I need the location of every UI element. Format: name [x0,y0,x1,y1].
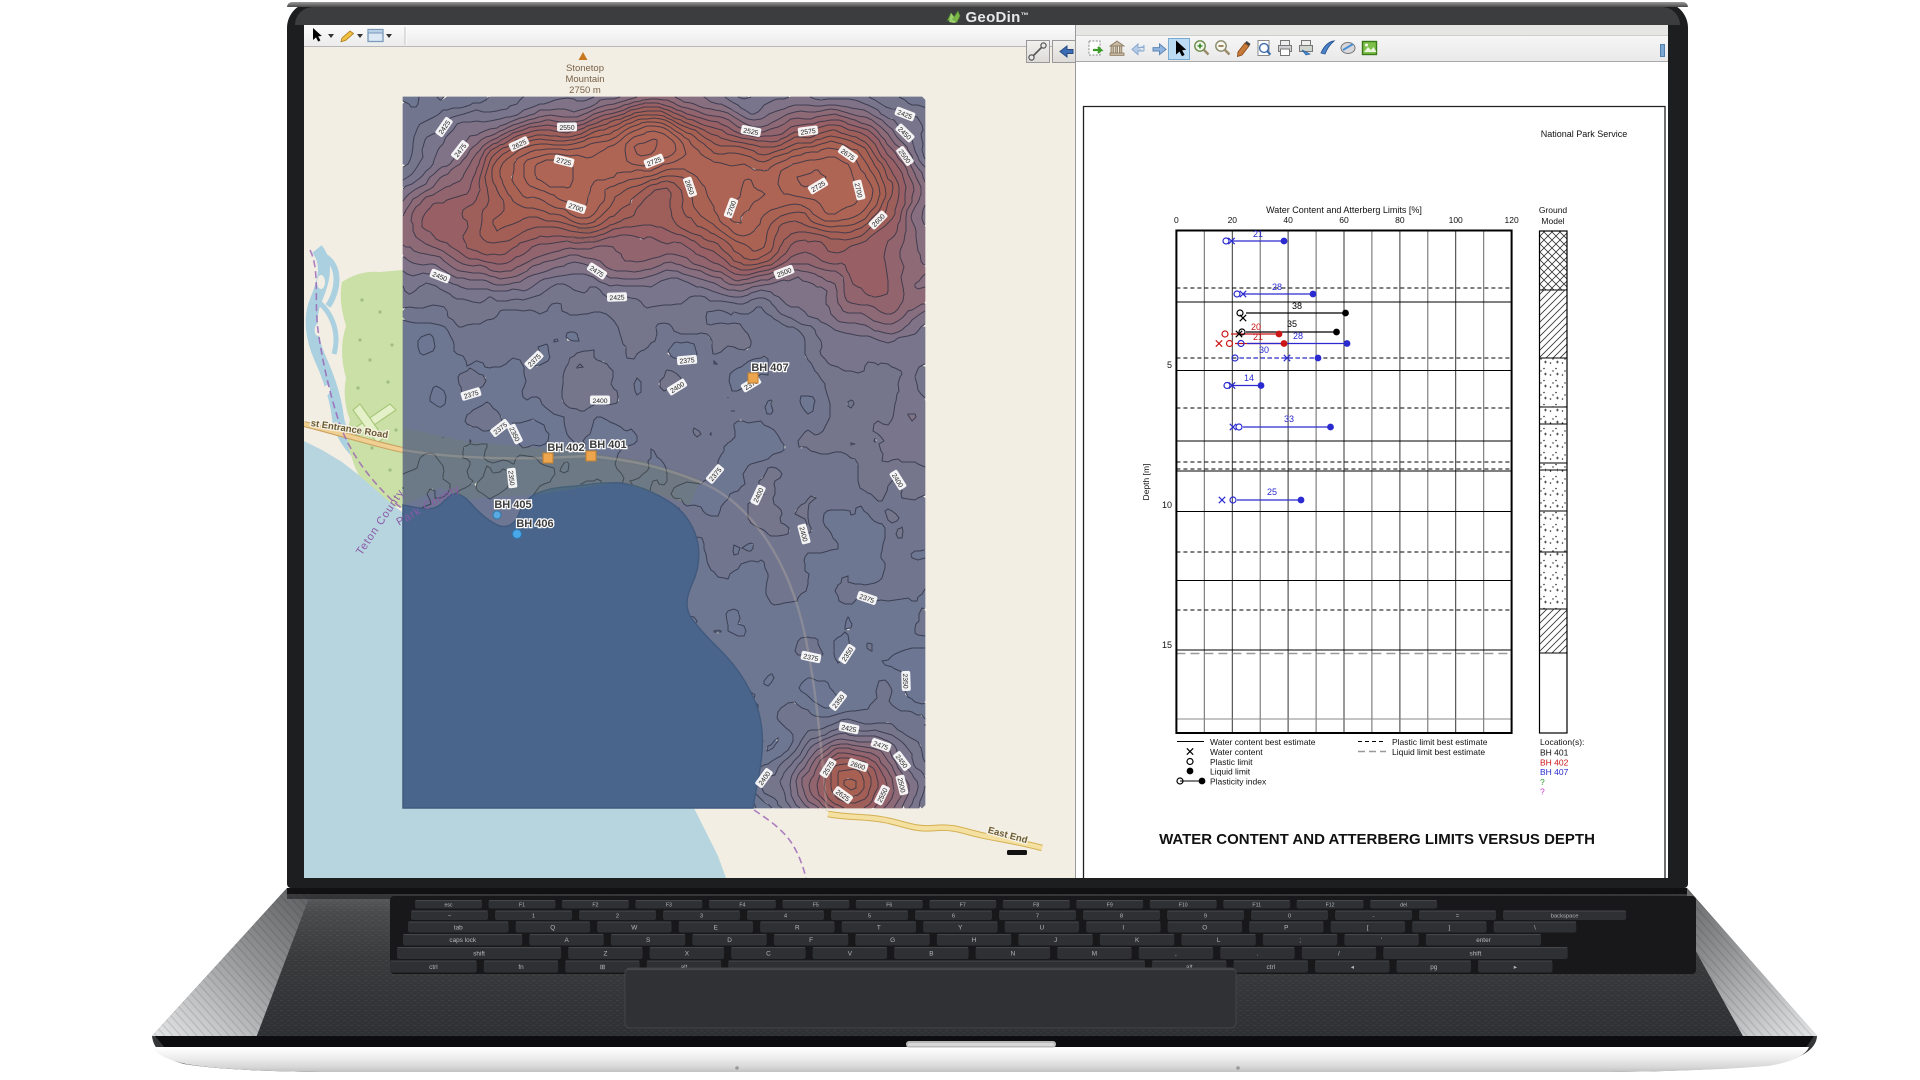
svg-text:5: 5 [868,914,871,920]
svg-text:': ' [1381,937,1382,944]
svg-text:F1: F1 [519,903,525,909]
svg-text:]: ] [1448,924,1450,931]
svg-text:pg: pg [1430,964,1438,971]
svg-text:B: B [929,950,933,957]
svg-text:◂: ◂ [1351,964,1354,971]
svg-text:⊞: ⊞ [600,964,605,971]
svg-text:shift: shift [1470,950,1482,957]
svg-text:-: - [1373,914,1375,920]
svg-text:▸: ▸ [1514,964,1517,971]
svg-text:T: T [877,924,881,931]
svg-text:F5: F5 [813,903,819,909]
svg-text:F3: F3 [666,903,672,909]
svg-text:F6: F6 [886,903,892,909]
svg-text:F4: F4 [739,903,745,909]
svg-text:F2: F2 [592,903,598,909]
svg-text:K: K [1135,937,1140,944]
svg-text:W: W [631,924,638,931]
svg-text:backspace: backspace [1551,914,1579,920]
svg-text:F8: F8 [1033,903,1039,909]
svg-text:fn: fn [518,964,524,971]
svg-text:G: G [890,937,895,944]
svg-text:V: V [848,950,853,957]
svg-text:0: 0 [1288,914,1291,920]
svg-text:F12: F12 [1326,903,1335,909]
svg-text:9: 9 [1204,914,1207,920]
svg-text:8: 8 [1120,914,1123,920]
svg-text:enter: enter [1476,937,1491,944]
svg-text:S: S [646,937,650,944]
svg-text:P: P [1284,924,1288,931]
svg-text:ctrl: ctrl [1267,964,1276,971]
svg-text:tab: tab [454,924,463,931]
svg-text:esc: esc [444,903,452,909]
svg-text:O: O [1202,924,1207,931]
svg-text:Q: Q [550,924,555,931]
svg-text:/: / [1338,950,1340,957]
svg-text:1: 1 [532,914,535,920]
svg-text:\: \ [1534,924,1536,931]
svg-text:F: F [809,937,813,944]
svg-text:U: U [1039,924,1044,931]
svg-text:,: , [1175,950,1177,957]
svg-text:L: L [1217,937,1221,944]
svg-text:.: . [1257,950,1259,957]
svg-text:X: X [685,950,690,957]
svg-text:F9: F9 [1107,903,1113,909]
svg-text:F10: F10 [1179,903,1188,909]
svg-text:caps lock: caps lock [449,937,476,944]
svg-text:del: del [1400,903,1407,909]
svg-text:6: 6 [952,914,955,920]
svg-text:7: 7 [1036,914,1039,920]
svg-text:H: H [972,937,977,944]
svg-text:Z: Z [603,950,607,957]
svg-text:I: I [1122,924,1124,931]
svg-text:E: E [714,924,718,931]
svg-text:J: J [1054,937,1057,944]
svg-text:M: M [1092,950,1097,957]
svg-text:N: N [1011,950,1016,957]
svg-text:A: A [564,937,569,944]
svg-text:[: [ [1367,924,1369,931]
svg-text:C: C [766,950,771,957]
svg-text:ctrl: ctrl [429,964,438,971]
svg-text:D: D [727,937,732,944]
svg-text:F11: F11 [1252,903,1261,909]
svg-text:3: 3 [700,914,703,920]
svg-text:Y: Y [958,924,963,931]
svg-text:R: R [795,924,800,931]
svg-text:F7: F7 [960,903,966,909]
svg-text:shift: shift [473,950,485,957]
svg-text:;: ; [1299,937,1301,944]
svg-text:2: 2 [616,914,619,920]
